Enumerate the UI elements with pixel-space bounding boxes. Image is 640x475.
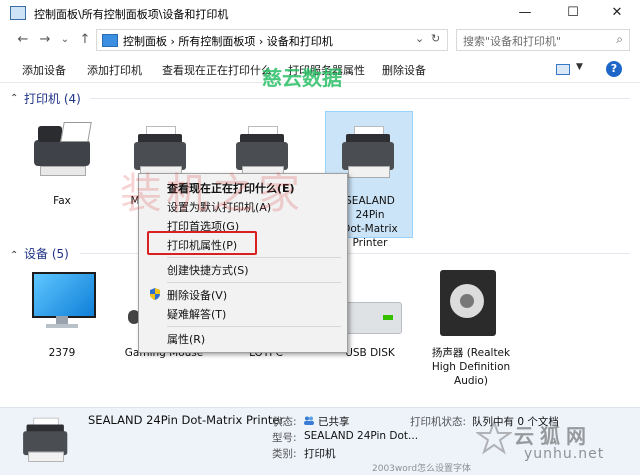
printer-device[interactable] [128,124,192,180]
printer-icon [18,416,72,464]
forward-button[interactable]: → [36,32,54,48]
watermark-logo-icon [474,419,514,456]
menu-separator [167,282,341,283]
add-device-button[interactable]: 添加设备 [22,62,66,78]
collapse-printers-icon[interactable]: ⌃ [10,93,18,104]
printer-status-label: 打印机状态: [410,416,467,428]
printers-group-header[interactable]: 打印机 (4) [24,90,81,107]
minimize-button[interactable]: — [502,0,548,26]
control-panel-icon [102,34,118,47]
close-button[interactable]: ✕ [594,0,640,26]
address-bar[interactable]: 控制面板 › 所有控制面板项 › 设备和打印机 ⌄ ↻ [96,29,448,51]
selected-device-name: SEALAND 24Pin Dot-Matrix Printer [88,413,285,427]
device-label: 2379 [48,347,76,359]
command-bar: 添加设备 添加打印机 查看现在正在打印什么 打印服务器属性 删除设备 ▼ ? [0,56,640,83]
highlight-box [147,231,257,255]
search-icon[interactable]: ⌕ [616,32,623,47]
status-value: 已共享 [318,416,350,428]
group-divider [90,98,630,99]
remove-device-button[interactable]: 删除设备 [382,62,426,78]
device-label-line: High Definition [431,361,511,373]
back-button[interactable]: ← [14,32,32,48]
monitor-icon [32,272,96,318]
shield-icon [149,288,161,300]
model-value: SEALAND 24Pin Dot... [304,430,419,442]
device-label-speaker: 扬声器 (Realtek High Definition Audio) [428,346,514,388]
change-view-icon[interactable] [556,64,570,75]
recent-locations-dropdown[interactable]: ⌄ [56,32,74,48]
device-label-line: 扬声器 (Realtek [431,347,511,359]
refresh-icon[interactable]: ↻ [431,32,440,45]
menu-separator [167,257,341,258]
model-label: 型号: [272,432,297,444]
status-label: 状态: [272,416,297,428]
printer-icon [336,124,400,180]
speaker-icon[interactable] [440,270,496,336]
monitor-device[interactable] [30,272,96,330]
menu-item-see-printing[interactable]: 查看现在正在打印什么(E) [167,180,295,196]
fax-device[interactable] [26,120,98,180]
printer-device[interactable] [230,124,294,180]
title-bar: 控制面板\所有控制面板项\设备和打印机 — ☐ ✕ [0,0,640,27]
usb-disk-icon[interactable] [344,302,402,334]
fax-icon [34,140,90,166]
menu-item-set-default[interactable]: 设置为默认打印机(A) [167,199,271,215]
context-menu: 查看现在正在打印什么(E) 设置为默认打印机(A) 打印首选项(G) 打印机属性… [138,173,348,353]
breadcrumb[interactable]: 控制面板 › 所有控制面板项 › 设备和打印机 [123,33,333,49]
menu-separator [167,326,341,327]
menu-item-remove-device[interactable]: 删除设备(V) [167,287,227,303]
address-row: ← → ⌄ ↑ 控制面板 › 所有控制面板项 › 设备和打印机 ⌄ ↻ 搜索"设… [0,26,640,54]
category-label: 类别: [272,448,297,460]
window-title: 控制面板\所有控制面板项\设备和打印机 [34,8,229,21]
fax-paper-icon [60,122,92,142]
search-input[interactable]: 搜索"设备和打印机" ⌕ [456,29,630,51]
menu-item-troubleshoot[interactable]: 疑难解答(T) [167,306,226,322]
search-placeholder: 搜索"设备和打印机" [463,35,562,48]
view-dropdown-icon[interactable]: ▼ [576,62,583,72]
add-printer-button[interactable]: 添加打印机 [87,62,142,78]
help-button[interactable]: ? [606,61,622,77]
menu-item-properties[interactable]: 属性(R) [167,331,205,347]
print-server-properties-button[interactable]: 打印服务器属性 [288,62,365,78]
details-pane: SEALAND 24Pin Dot-Matrix Printer 状态: 已共享… [0,407,640,475]
menu-item-create-shortcut[interactable]: 创建快捷方式(S) [167,262,249,278]
collapse-devices-icon[interactable]: ⌃ [10,250,18,261]
maximize-button[interactable]: ☐ [550,0,596,26]
control-panel-icon [10,6,26,20]
up-button[interactable]: ↑ [76,32,94,48]
see-whats-printing-button[interactable]: 查看现在正在打印什么 [162,62,272,78]
fax-tray-icon [40,166,86,176]
usb-led-icon [383,315,393,320]
people-icon [304,415,314,425]
devices-group-header[interactable]: 设备 (5) [24,245,69,262]
device-label: Fax [53,195,71,207]
address-dropdown-icon[interactable]: ⌄ [415,32,424,45]
fax-handset-icon [38,126,62,142]
speaker-center-icon [460,294,474,308]
device-label-line: Audio) [454,375,488,387]
category-value: 打印机 [304,448,336,460]
